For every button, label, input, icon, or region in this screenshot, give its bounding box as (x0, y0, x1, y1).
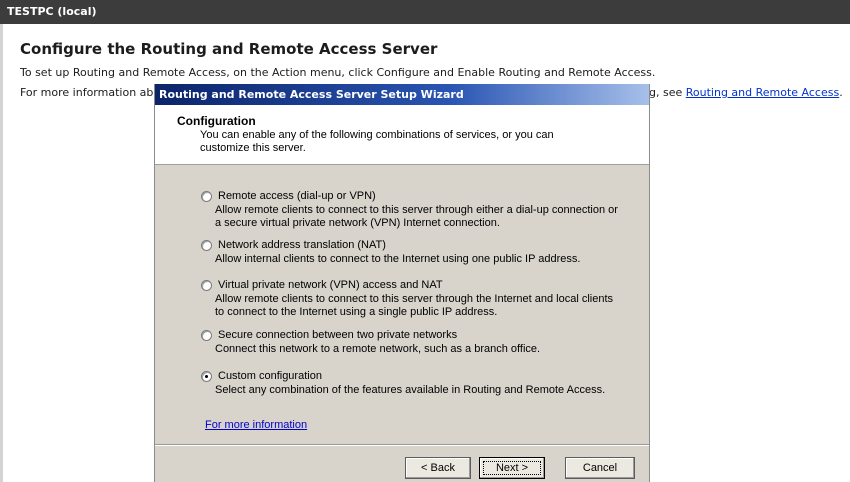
radio-custom-configuration[interactable]: Custom configuration (201, 369, 631, 383)
more-info-see-text: g, see (649, 86, 683, 99)
radio-button-icon[interactable] (201, 239, 212, 251)
focus-rectangle (483, 461, 541, 475)
radio-secure-connection[interactable]: Secure connection between two private ne… (201, 328, 631, 342)
for-more-information-link[interactable]: For more information (205, 419, 307, 431)
footer-divider-highlight (155, 445, 649, 446)
wizard-page-title: Configuration (177, 114, 256, 128)
option-description: Allow remote clients to connect to this … (215, 204, 618, 229)
option-nat: Network address translation (NAT) Allow … (201, 238, 631, 266)
option-label[interactable]: Network address translation (NAT) (218, 239, 386, 251)
sentence-period: . (839, 86, 843, 99)
back-button[interactable]: < Back (405, 457, 471, 479)
option-description: Allow internal clients to connect to the… (215, 253, 581, 265)
radio-button-selected-icon[interactable] (201, 370, 212, 382)
routing-remote-access-help-link[interactable]: Routing and Remote Access (686, 86, 839, 99)
option-remote-access: Remote access (dial-up or VPN) Allow rem… (201, 189, 631, 230)
option-secure-connection: Secure connection between two private ne… (201, 328, 631, 356)
option-description: Connect this network to a remote network… (215, 343, 541, 355)
option-label[interactable]: Custom configuration (218, 370, 322, 382)
next-button[interactable]: Next > (479, 457, 545, 479)
radio-nat[interactable]: Network address translation (NAT) (201, 238, 631, 252)
option-vpn-and-nat: Virtual private network (VPN) access and… (201, 278, 631, 319)
radio-remote-access[interactable]: Remote access (dial-up or VPN) (201, 189, 631, 203)
more-info-text-start: For more information ab (20, 86, 154, 99)
option-description: Select any combination of the features a… (215, 384, 606, 396)
radio-button-icon[interactable] (201, 279, 212, 291)
option-description: Allow remote clients to connect to this … (215, 293, 614, 318)
setup-instructions: To set up Routing and Remote Access, on … (20, 66, 656, 79)
cancel-button[interactable]: Cancel (565, 457, 635, 479)
option-label[interactable]: Secure connection between two private ne… (218, 329, 457, 341)
option-label[interactable]: Virtual private network (VPN) access and… (218, 279, 443, 291)
radio-vpn-and-nat[interactable]: Virtual private network (VPN) access and… (201, 278, 631, 292)
more-info-text-end: g, see Routing and Remote Access. (649, 86, 843, 99)
wizard-header-panel: Configuration You can enable any of the … (155, 105, 649, 165)
page-title: Configure the Routing and Remote Access … (20, 40, 438, 58)
wizard-title-bar[interactable]: Routing and Remote Access Server Setup W… (155, 84, 649, 105)
radio-button-icon[interactable] (201, 329, 212, 341)
radio-button-icon[interactable] (201, 190, 212, 202)
setup-wizard-dialog: Routing and Remote Access Server Setup W… (154, 84, 650, 482)
option-custom-configuration: Custom configuration Select any combinat… (201, 369, 631, 397)
option-label[interactable]: Remote access (dial-up or VPN) (218, 190, 376, 202)
wizard-page-description: You can enable any of the following comb… (200, 129, 554, 154)
console-title-bar: TESTPC (local) (0, 0, 850, 24)
left-pane-border (0, 24, 3, 482)
